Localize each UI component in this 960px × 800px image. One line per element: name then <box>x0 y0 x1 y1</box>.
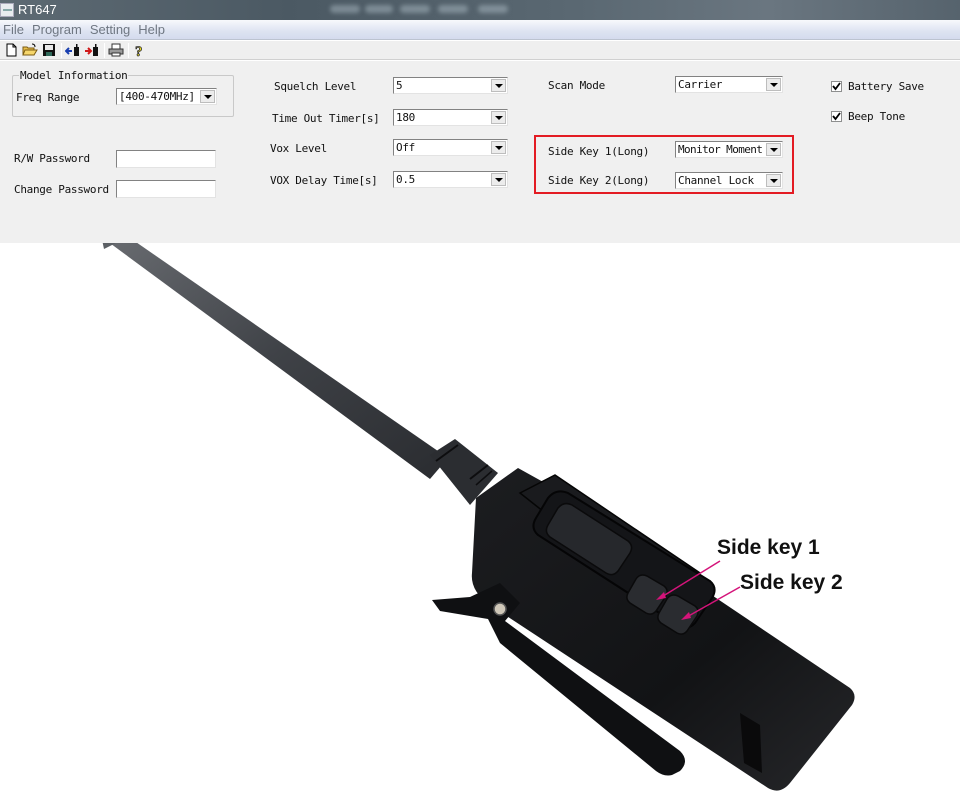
vox-delay-time-label: VOX Delay Time[s] <box>270 174 378 187</box>
time-out-timer-select[interactable]: 180 <box>393 109 508 126</box>
vox-level-select[interactable]: Off <box>393 139 508 156</box>
vox-delay-time-select[interactable]: 0.5 <box>393 171 508 188</box>
side-key-2-value: Channel Lock <box>678 174 754 187</box>
open-button[interactable] <box>22 42 38 58</box>
rw-password-input[interactable] <box>116 150 216 168</box>
vox-delay-time-value: 0.5 <box>396 173 415 186</box>
chevron-down-icon[interactable] <box>766 174 781 187</box>
scan-mode-select[interactable]: Carrier <box>675 76 783 93</box>
clip-screw <box>493 602 507 616</box>
blurred-tab <box>330 5 360 13</box>
beep-tone-checkbox[interactable] <box>831 111 842 122</box>
radio-illustration <box>102 243 855 791</box>
side-key-1-value: Monitor Moment <box>678 143 763 156</box>
change-password-label: Change Password <box>14 183 109 196</box>
squelch-level-select[interactable]: 5 <box>393 77 508 94</box>
blurred-tab <box>478 5 508 13</box>
blurred-tab <box>365 5 393 13</box>
scan-mode-value: Carrier <box>678 78 723 91</box>
chevron-down-icon[interactable] <box>491 141 506 154</box>
rw-password-label: R/W Password <box>14 152 90 165</box>
blurred-tab <box>438 5 468 13</box>
chevron-down-icon[interactable] <box>491 79 506 92</box>
title-bar: RT647 <box>0 0 960 20</box>
chevron-down-icon[interactable] <box>491 173 506 186</box>
write-to-radio-button[interactable] <box>84 42 100 58</box>
toolbar-separator <box>104 42 105 58</box>
read-radio-icon <box>65 44 79 56</box>
menu-help[interactable]: Help <box>135 22 169 37</box>
menu-bar: File Program Setting Help <box>0 20 960 40</box>
settings-panel: Model Information Freq Range [400-470MHz… <box>0 61 960 243</box>
squelch-level-label: Squelch Level <box>274 80 357 93</box>
battery-save-label: Battery Save <box>848 80 924 93</box>
write-radio-icon <box>85 44 98 56</box>
open-folder-icon <box>22 43 38 56</box>
read-from-radio-button[interactable] <box>65 42 81 58</box>
beep-tone-label: Beep Tone <box>848 110 905 123</box>
antenna <box>102 243 498 505</box>
side-key-2-select[interactable]: Channel Lock <box>675 172 783 189</box>
vox-level-value: Off <box>396 141 415 154</box>
blurred-tab <box>400 5 430 13</box>
group-title: Model Information <box>19 69 129 82</box>
side-key-2-label: Side Key 2(Long) <box>548 174 650 187</box>
help-question-icon: ? <box>135 43 143 58</box>
side-key-2-callout: Side key 2 <box>740 571 843 594</box>
chevron-down-icon[interactable] <box>491 111 506 124</box>
toolbar-separator <box>128 42 129 58</box>
freq-range-label: Freq Range <box>16 91 80 104</box>
print-button[interactable] <box>108 42 124 58</box>
window-title: RT647 <box>18 2 57 17</box>
printer-icon <box>108 43 124 57</box>
menu-setting[interactable]: Setting <box>87 22 134 37</box>
menu-program[interactable]: Program <box>29 22 86 37</box>
radio-product-photo: Side key 1 Side key 2 <box>0 243 960 800</box>
checkmark-icon <box>832 82 841 91</box>
new-file-button[interactable] <box>3 42 19 58</box>
scan-mode-label: Scan Mode <box>548 79 605 92</box>
app-icon <box>0 3 14 17</box>
side-key-1-select[interactable]: Monitor Moment <box>675 141 783 158</box>
side-key-1-label: Side Key 1(Long) <box>548 145 650 158</box>
toolbar: ? <box>0 41 960 60</box>
save-button[interactable] <box>41 42 57 58</box>
help-button[interactable]: ? <box>132 42 148 58</box>
battery-save-checkbox[interactable] <box>831 81 842 92</box>
svg-text:?: ? <box>135 44 143 58</box>
chevron-down-icon[interactable] <box>200 90 215 103</box>
chevron-down-icon[interactable] <box>766 143 781 156</box>
menu-file[interactable]: File <box>0 22 28 37</box>
vox-level-label: Vox Level <box>270 142 327 155</box>
new-file-icon <box>6 43 17 57</box>
toolbar-separator <box>61 42 62 58</box>
change-password-input[interactable] <box>116 180 216 198</box>
checkmark-icon <box>832 112 841 121</box>
side-key-1-callout: Side key 1 <box>717 536 820 559</box>
chevron-down-icon[interactable] <box>766 78 781 91</box>
time-out-timer-value: 180 <box>396 111 415 124</box>
squelch-level-value: 5 <box>396 79 403 92</box>
time-out-timer-label: Time Out Timer[s] <box>272 112 380 125</box>
save-icon <box>43 44 55 56</box>
freq-range-value: [400-470MHz] <box>119 90 195 103</box>
freq-range-select[interactable]: [400-470MHz] <box>116 88 217 105</box>
